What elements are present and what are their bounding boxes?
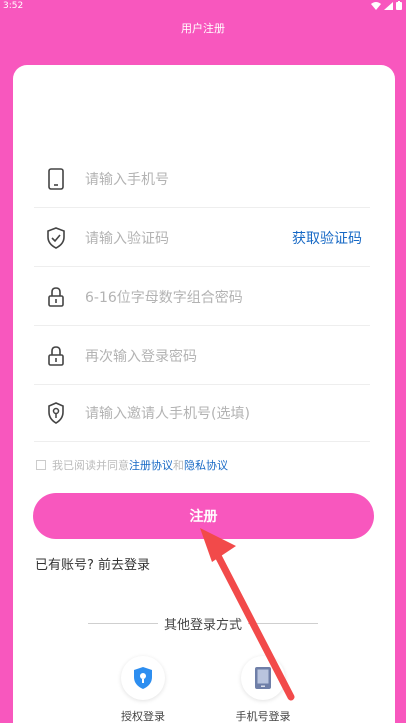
battery-icon xyxy=(396,1,402,10)
phone-login-circle[interactable] xyxy=(241,656,285,700)
tablet-icon xyxy=(255,667,271,689)
agreement-and: 和 xyxy=(173,459,184,472)
divider-line-left xyxy=(88,623,158,624)
lock-icon xyxy=(45,345,67,367)
phone-field[interactable]: 请输入手机号 xyxy=(34,150,370,208)
status-time: 3:52 xyxy=(3,1,24,11)
agreement-row: 我已阅读并同意 注册协议 和 隐私协议 xyxy=(36,457,228,473)
wifi-icon xyxy=(371,1,381,10)
other-login-title: 其他登录方式 xyxy=(164,618,243,633)
code-input[interactable]: 请输入验证码 xyxy=(85,228,292,248)
register-button[interactable]: 注册 xyxy=(33,493,374,539)
get-code-button[interactable]: 获取验证码 xyxy=(292,228,362,248)
agree-checkbox[interactable] xyxy=(36,460,46,470)
key-shield-icon xyxy=(45,401,67,424)
agreement-prefix: 我已阅读并同意 xyxy=(52,459,129,472)
auth-login-button[interactable]: 授权登录 xyxy=(113,656,173,723)
page-title: 用户注册 xyxy=(181,22,225,35)
terms-link[interactable]: 注册协议 xyxy=(129,457,173,473)
password-input[interactable]: 6-16位字母数字组合密码 xyxy=(85,287,370,307)
privacy-link[interactable]: 隐私协议 xyxy=(184,457,228,473)
code-field[interactable]: 请输入验证码 获取验证码 xyxy=(34,209,370,267)
password-field[interactable]: 6-16位字母数字组合密码 xyxy=(34,268,370,326)
status-icons xyxy=(371,1,402,10)
phone-icon xyxy=(45,167,67,190)
phone-input[interactable]: 请输入手机号 xyxy=(85,169,370,189)
auth-login-label: 授权登录 xyxy=(121,710,165,723)
other-login-divider: 其他登录方式 xyxy=(88,614,319,633)
confirm-password-field[interactable]: 再次输入登录密码 xyxy=(34,327,370,385)
shield-check-icon xyxy=(45,226,67,249)
inviter-input[interactable]: 请输入邀请人手机号(选填) xyxy=(85,403,370,423)
phone-login-button[interactable]: 手机号登录 xyxy=(233,656,293,723)
divider-line-right xyxy=(248,623,319,624)
phone-login-label: 手机号登录 xyxy=(235,710,291,723)
go-login-link[interactable]: 已有账号? 前去登录 xyxy=(35,554,150,573)
lock-icon xyxy=(45,286,67,308)
shield-location-icon xyxy=(134,667,152,689)
inviter-field[interactable]: 请输入邀请人手机号(选填) xyxy=(34,384,370,442)
signal-icon xyxy=(384,1,393,10)
confirm-password-input[interactable]: 再次输入登录密码 xyxy=(85,346,370,366)
status-bar: 3:52 xyxy=(0,0,406,14)
auth-login-circle[interactable] xyxy=(121,656,165,700)
